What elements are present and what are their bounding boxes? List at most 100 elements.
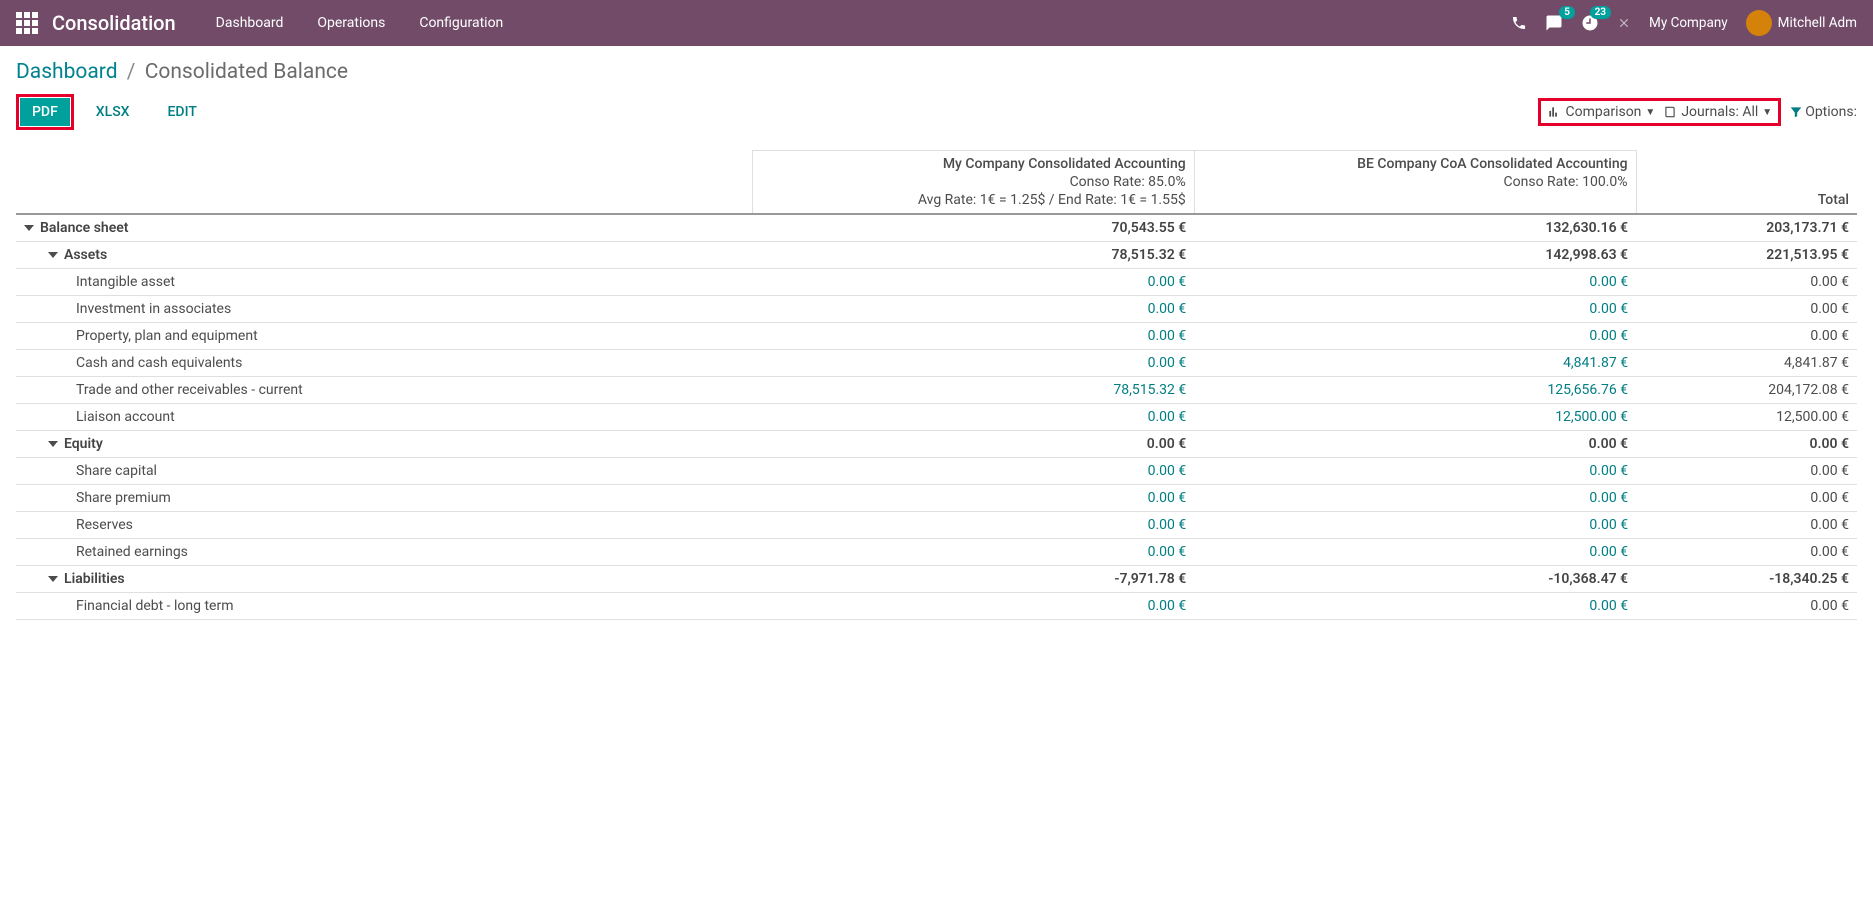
nav-item-operations[interactable]: Operations bbox=[317, 15, 385, 31]
options-text: Options: bbox=[1805, 104, 1857, 120]
row-label: Trade and other receivables - current bbox=[76, 382, 303, 398]
cell-value[interactable]: 0.00 € bbox=[1194, 296, 1636, 323]
row-label: Equity bbox=[64, 436, 103, 452]
nav-item-dashboard[interactable]: Dashboard bbox=[216, 15, 284, 31]
controls-bar: PDF XLSX EDIT Comparison ▼ Journals: All… bbox=[0, 90, 1873, 140]
row-name-cell[interactable]: Investment in associates bbox=[16, 296, 752, 323]
cell-total: 0.00 € bbox=[1636, 593, 1857, 620]
row-label: Intangible asset bbox=[76, 274, 175, 290]
cell-value[interactable]: 0.00 € bbox=[752, 323, 1194, 350]
row-name-cell[interactable]: Intangible asset bbox=[16, 269, 752, 296]
cell-value[interactable]: 0.00 € bbox=[1194, 512, 1636, 539]
pdf-highlight-box: PDF bbox=[16, 94, 74, 130]
cell-value[interactable]: 12,500.00 € bbox=[1194, 404, 1636, 431]
table-row: Property, plan and equipment0.00 €0.00 €… bbox=[16, 323, 1857, 350]
row-name-cell[interactable]: Assets bbox=[16, 242, 752, 269]
close-icon[interactable] bbox=[1617, 16, 1631, 30]
cell-total: 0.00 € bbox=[1636, 539, 1857, 566]
cell-value[interactable]: 0.00 € bbox=[752, 269, 1194, 296]
company-name: My Company bbox=[1649, 15, 1728, 31]
caret-down-icon: ▼ bbox=[1645, 107, 1655, 118]
cell-value[interactable]: 0.00 € bbox=[752, 512, 1194, 539]
company-switcher[interactable]: My Company bbox=[1649, 15, 1728, 31]
book-icon bbox=[1663, 105, 1677, 119]
cell-total: 221,513.95 € bbox=[1636, 242, 1857, 269]
col3-title: Total bbox=[1818, 192, 1849, 208]
cell-total: 204,172.08 € bbox=[1636, 377, 1857, 404]
table-row: Assets78,515.32 €142,998.63 €221,513.95 … bbox=[16, 242, 1857, 269]
cell-total: 203,173.71 € bbox=[1636, 214, 1857, 242]
cell-value[interactable]: 0.00 € bbox=[752, 458, 1194, 485]
journals-filter[interactable]: Journals: All ▼ bbox=[1659, 102, 1776, 122]
cell-value[interactable]: 78,515.32 € bbox=[752, 377, 1194, 404]
col2-title: BE Company CoA Consolidated Accounting bbox=[1357, 156, 1627, 172]
column-name bbox=[16, 151, 752, 215]
table-row: Reserves0.00 €0.00 €0.00 € bbox=[16, 512, 1857, 539]
cell-value[interactable]: 0.00 € bbox=[1194, 593, 1636, 620]
cell-value[interactable]: 0.00 € bbox=[752, 404, 1194, 431]
systray: 5 23 My Company Mitchell Adm bbox=[1511, 10, 1857, 36]
row-label: Liaison account bbox=[76, 409, 175, 425]
row-label: Share capital bbox=[76, 463, 157, 479]
cell-value[interactable]: 4,841.87 € bbox=[1194, 350, 1636, 377]
cell-total: 0.00 € bbox=[1636, 485, 1857, 512]
user-menu[interactable]: Mitchell Adm bbox=[1746, 10, 1857, 36]
journals-label: Journals: All bbox=[1681, 104, 1758, 120]
row-name-cell[interactable]: Balance sheet bbox=[16, 214, 752, 242]
nav-item-configuration[interactable]: Configuration bbox=[419, 15, 503, 31]
row-name-cell[interactable]: Property, plan and equipment bbox=[16, 323, 752, 350]
expand-caret-icon[interactable] bbox=[48, 441, 58, 447]
row-name-cell[interactable]: Trade and other receivables - current bbox=[16, 377, 752, 404]
cell-total: -18,340.25 € bbox=[1636, 566, 1857, 593]
row-name-cell[interactable]: Cash and cash equivalents bbox=[16, 350, 752, 377]
expand-caret-icon[interactable] bbox=[48, 252, 58, 258]
row-name-cell[interactable]: Share premium bbox=[16, 485, 752, 512]
row-name-cell[interactable]: Reserves bbox=[16, 512, 752, 539]
cell-total: 0.00 € bbox=[1636, 323, 1857, 350]
cell-value[interactable]: 0.00 € bbox=[752, 539, 1194, 566]
row-name-cell[interactable]: Liaison account bbox=[16, 404, 752, 431]
cell-value[interactable]: 0.00 € bbox=[752, 485, 1194, 512]
cell-value[interactable]: 0.00 € bbox=[1194, 539, 1636, 566]
comparison-filter[interactable]: Comparison ▼ bbox=[1543, 102, 1659, 122]
row-name-cell[interactable]: Retained earnings bbox=[16, 539, 752, 566]
column-company-1: My Company Consolidated Accounting Conso… bbox=[752, 151, 1194, 215]
cell-value[interactable]: 0.00 € bbox=[752, 350, 1194, 377]
edit-button[interactable]: EDIT bbox=[156, 98, 209, 126]
cell-total: 4,841.87 € bbox=[1636, 350, 1857, 377]
cell-value[interactable]: 0.00 € bbox=[1194, 269, 1636, 296]
apps-icon[interactable] bbox=[16, 12, 38, 34]
activities-badge: 23 bbox=[1590, 6, 1611, 19]
table-row: Balance sheet70,543.55 €132,630.16 €203,… bbox=[16, 214, 1857, 242]
breadcrumb-root[interactable]: Dashboard bbox=[16, 60, 118, 84]
cell-total: 12,500.00 € bbox=[1636, 404, 1857, 431]
activities-icon[interactable]: 23 bbox=[1581, 14, 1599, 32]
row-name-cell[interactable]: Financial debt - long term bbox=[16, 593, 752, 620]
row-label: Financial debt - long term bbox=[76, 598, 234, 614]
table-row: Share premium0.00 €0.00 €0.00 € bbox=[16, 485, 1857, 512]
row-name-cell[interactable]: Share capital bbox=[16, 458, 752, 485]
xlsx-button[interactable]: XLSX bbox=[84, 98, 142, 126]
messaging-icon[interactable]: 5 bbox=[1545, 14, 1563, 32]
cell-value[interactable]: 125,656.76 € bbox=[1194, 377, 1636, 404]
cell-value[interactable]: 0.00 € bbox=[752, 296, 1194, 323]
row-name-cell[interactable]: Equity bbox=[16, 431, 752, 458]
cell-value[interactable]: 0.00 € bbox=[752, 593, 1194, 620]
column-company-2: BE Company CoA Consolidated Accounting C… bbox=[1194, 151, 1636, 215]
expand-caret-icon[interactable] bbox=[24, 225, 34, 231]
nav-menu: Dashboard Operations Configuration bbox=[216, 15, 504, 31]
col1-rate: Conso Rate: 85.0% bbox=[761, 174, 1186, 190]
cell-value[interactable]: 0.00 € bbox=[1194, 323, 1636, 350]
expand-caret-icon[interactable] bbox=[48, 576, 58, 582]
cell-value[interactable]: 0.00 € bbox=[1194, 485, 1636, 512]
row-label: Property, plan and equipment bbox=[76, 328, 258, 344]
app-brand[interactable]: Consolidation bbox=[52, 11, 176, 35]
pdf-button[interactable]: PDF bbox=[20, 98, 70, 126]
phone-icon[interactable] bbox=[1511, 15, 1527, 31]
messaging-badge: 5 bbox=[1559, 6, 1575, 19]
cell-value[interactable]: 0.00 € bbox=[1194, 458, 1636, 485]
table-row: Financial debt - long term0.00 €0.00 €0.… bbox=[16, 593, 1857, 620]
row-name-cell[interactable]: Liabilities bbox=[16, 566, 752, 593]
report-area: My Company Consolidated Accounting Conso… bbox=[0, 140, 1873, 620]
options-filter[interactable]: Options: bbox=[1789, 104, 1857, 120]
